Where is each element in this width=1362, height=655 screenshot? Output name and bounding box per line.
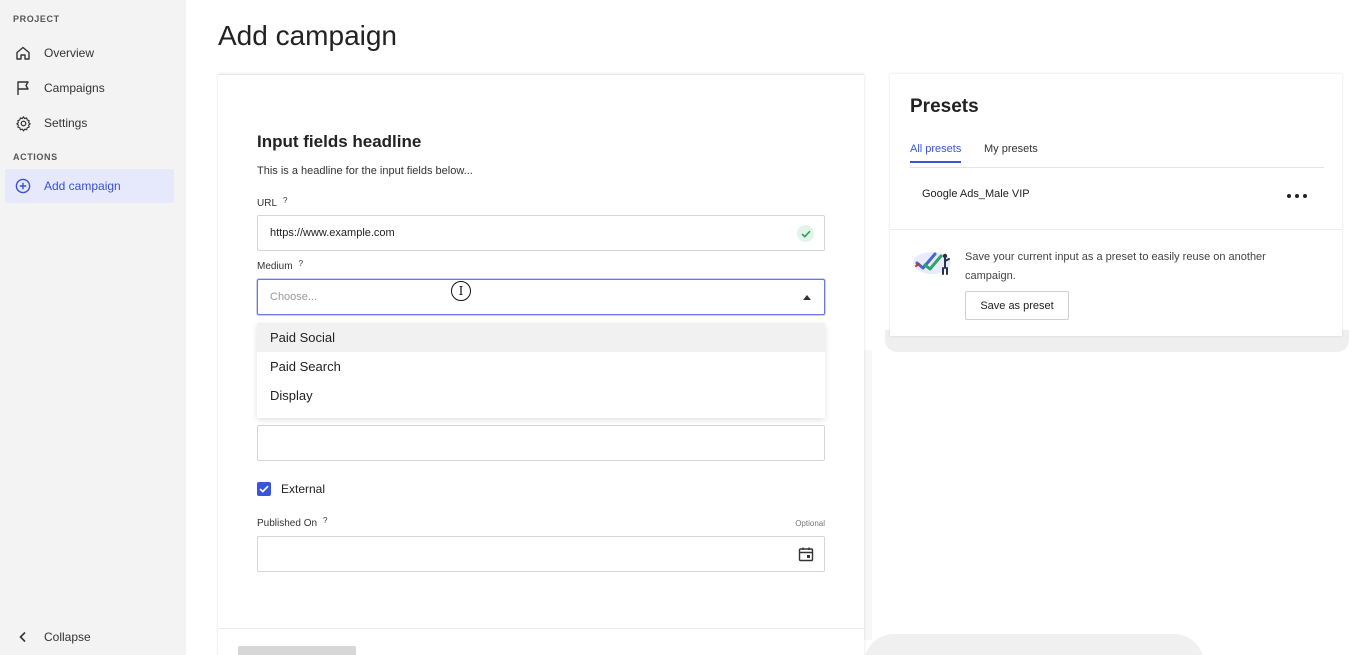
- sidebar-item-label: Settings: [44, 116, 88, 130]
- published-on-label-text: Published On: [257, 518, 318, 529]
- form-footer-button[interactable]: [238, 646, 356, 655]
- external-label: External: [281, 482, 326, 496]
- url-label: URL ?: [257, 196, 287, 209]
- published-on-label: Published On ? Optional: [257, 516, 825, 529]
- page-title: Add campaign: [218, 20, 398, 51]
- help-icon[interactable]: ?: [299, 259, 303, 268]
- sidebar-item-add-campaign[interactable]: Add campaign: [5, 169, 174, 203]
- dropdown-option[interactable]: Paid Social: [257, 323, 825, 352]
- published-on-input[interactable]: [257, 536, 825, 572]
- medium-placeholder: Choose...: [270, 291, 318, 303]
- collapse-button[interactable]: Collapse: [14, 628, 91, 646]
- form-subheadline: This is a headline for the input fields …: [257, 165, 473, 177]
- more-options-icon[interactable]: [1287, 190, 1307, 202]
- collapse-label: Collapse: [44, 630, 91, 644]
- external-checkbox-row[interactable]: External: [257, 482, 325, 496]
- medium-select[interactable]: Choose...: [257, 279, 825, 315]
- medium-label: Medium ?: [257, 259, 303, 272]
- sidebar-item-label: Add campaign: [44, 179, 121, 193]
- dropdown-option[interactable]: Paid Search: [257, 352, 825, 381]
- gear-icon: [14, 114, 32, 132]
- tabs-divider: [910, 167, 1324, 168]
- help-icon[interactable]: ?: [283, 196, 287, 205]
- sidebar: PROJECT Overview Campaigns Settings ACTI…: [0, 0, 186, 655]
- sidebar-item-label: Overview: [44, 46, 95, 60]
- background-shape: [864, 634, 1204, 655]
- sidebar-item-label: Campaigns: [44, 81, 105, 95]
- medium-dropdown: Paid Social Paid Search Display: [257, 323, 825, 418]
- text-cursor-icon: I: [451, 281, 471, 301]
- url-input[interactable]: https://www.example.com: [257, 215, 825, 251]
- save-preset-illustration: [911, 246, 953, 276]
- external-checkbox[interactable]: [257, 482, 271, 496]
- save-as-preset-button[interactable]: Save as preset: [965, 291, 1069, 320]
- tab-my-presets[interactable]: My presets: [984, 143, 1038, 161]
- presets-title: Presets: [910, 96, 979, 117]
- chevron-left-icon: [14, 628, 32, 646]
- help-icon[interactable]: ?: [323, 516, 327, 525]
- plus-circle-icon: [14, 177, 32, 195]
- flag-icon: [14, 79, 32, 97]
- presets-divider: [890, 229, 1342, 230]
- form-headline: Input fields headline: [257, 132, 422, 151]
- optional-tag: Optional: [795, 519, 825, 528]
- preset-item[interactable]: Google Ads_Male VIP: [922, 188, 1030, 200]
- check-icon: [797, 225, 814, 242]
- url-value: https://www.example.com: [270, 227, 395, 239]
- sidebar-item-overview[interactable]: Overview: [5, 36, 174, 70]
- campaign-input[interactable]: [257, 425, 825, 461]
- save-preset-description: Save your current input as a preset to e…: [965, 251, 1266, 282]
- caret-up-icon: [803, 295, 811, 300]
- tab-all-presets[interactable]: All presets: [910, 143, 962, 163]
- sidebar-item-settings[interactable]: Settings: [5, 106, 174, 140]
- home-icon: [14, 44, 32, 62]
- medium-label-text: Medium: [257, 261, 293, 272]
- url-label-text: URL: [257, 198, 278, 209]
- form-footer-divider: [218, 628, 864, 629]
- sidebar-item-campaigns[interactable]: Campaigns: [5, 71, 174, 105]
- section-label-project: PROJECT: [13, 14, 60, 24]
- background-shape: [864, 350, 872, 640]
- section-label-actions: ACTIONS: [13, 152, 58, 162]
- calendar-icon[interactable]: [798, 546, 814, 565]
- dropdown-option[interactable]: Display: [257, 381, 825, 410]
